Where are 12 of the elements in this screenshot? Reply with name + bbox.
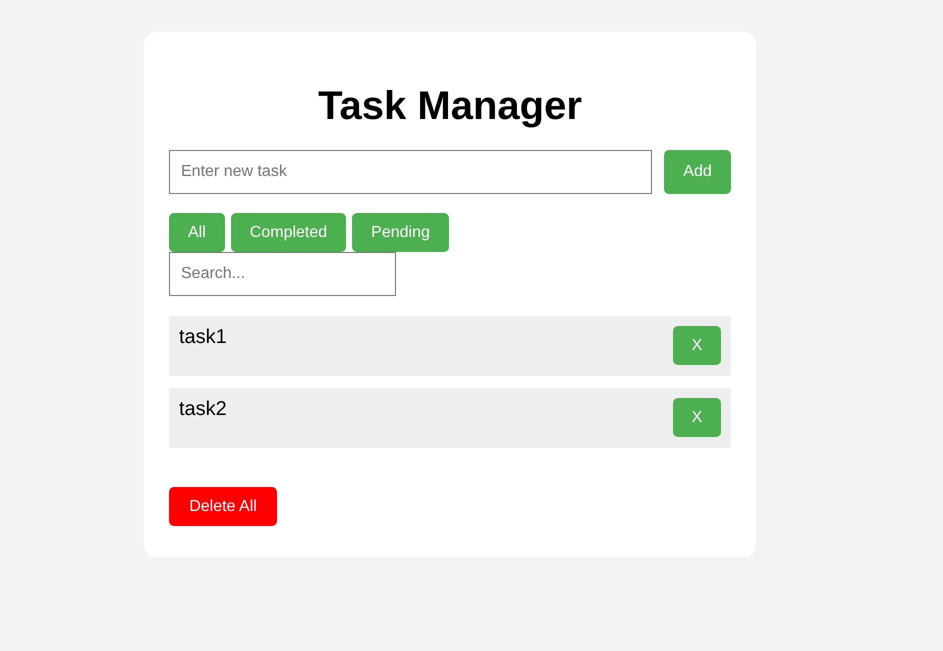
page-title: Task Manager [317, 84, 583, 128]
filter-button[interactable]: Pending [352, 213, 449, 252]
task-text: task2 [179, 398, 227, 422]
new-task-input[interactable]: Enter new task [169, 150, 652, 194]
delete-task-button[interactable]: X [673, 398, 721, 437]
add-button[interactable]: Add [664, 150, 731, 194]
delete-task-button[interactable]: X [673, 326, 721, 365]
delete-all-button[interactable]: Delete All [169, 487, 277, 526]
task-text: task1 [179, 326, 227, 350]
search-field[interactable]: Search... [169, 252, 396, 296]
filter-button[interactable]: All [169, 213, 225, 252]
filter-button[interactable]: Completed [230, 213, 346, 252]
